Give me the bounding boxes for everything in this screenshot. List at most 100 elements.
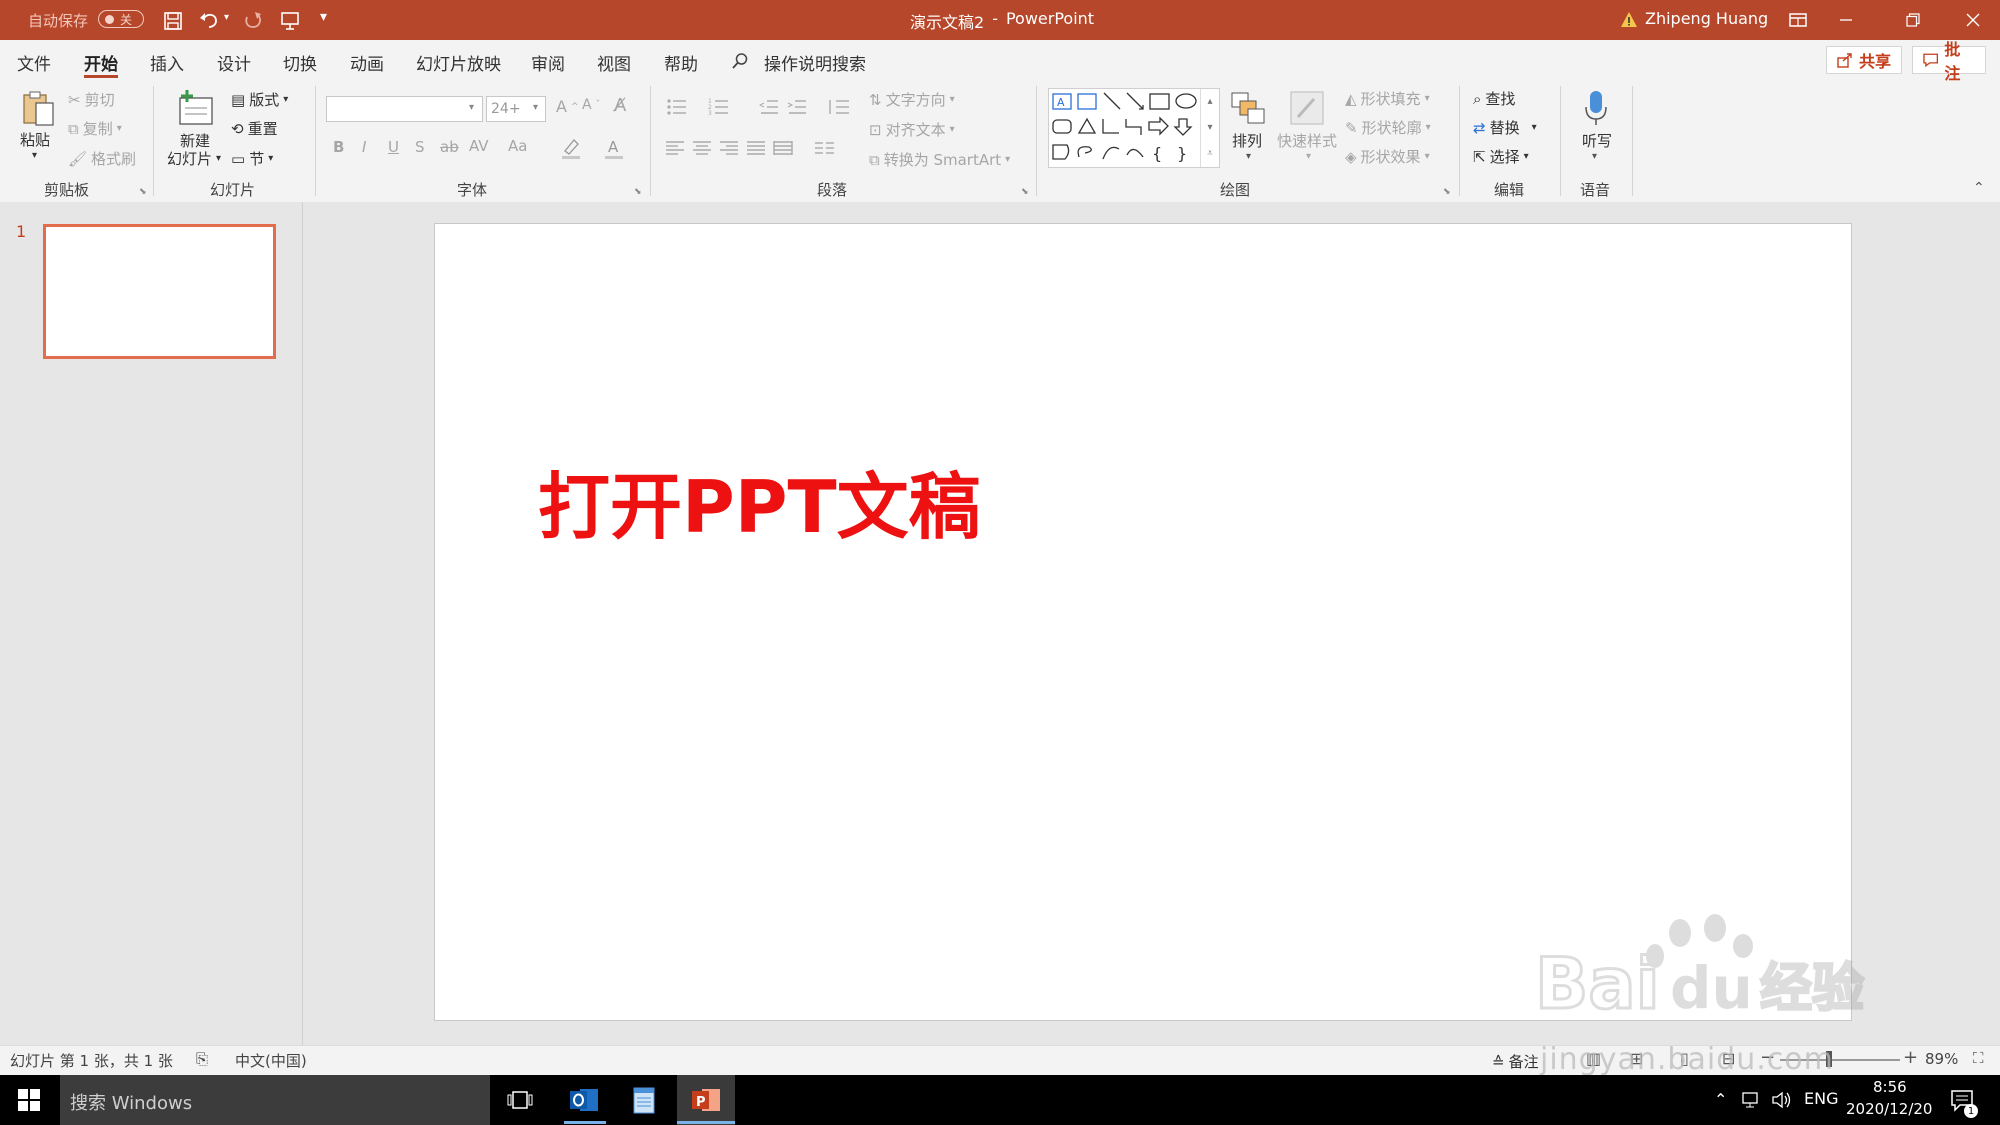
tab-transitions[interactable]: 切换 [283, 50, 317, 75]
quick-styles-dropdown-icon[interactable]: ▾ [1306, 151, 1311, 162]
columns-icon[interactable] [812, 138, 840, 158]
tab-review[interactable]: 审阅 [531, 50, 565, 75]
align-left-icon[interactable] [664, 138, 686, 158]
shapes-gallery[interactable]: A { } ▴ ▾ ⩡ [1048, 88, 1220, 168]
tab-help[interactable]: 帮助 [664, 50, 698, 75]
char-spacing-button[interactable]: AV [469, 137, 489, 155]
network-icon[interactable] [1740, 1089, 1764, 1111]
task-view-icon[interactable] [505, 1088, 535, 1112]
paste-icon[interactable] [18, 88, 58, 128]
align-text-button[interactable]: ⊡ 对齐文本 ▾ [869, 119, 955, 140]
paste-dropdown-icon[interactable]: ▾ [32, 150, 37, 161]
tab-animations[interactable]: 动画 [350, 50, 384, 75]
slide-title-text[interactable]: 打开PPT文稿 [538, 448, 981, 553]
language-status[interactable]: 中文(中国) [235, 1050, 307, 1071]
align-right-icon[interactable] [718, 138, 740, 158]
font-name-dropdown-icon[interactable]: ▾ [469, 102, 474, 113]
volume-icon[interactable] [1770, 1089, 1794, 1111]
notes-button[interactable]: ≙ 备注 [1492, 1051, 1539, 1072]
font-size-dropdown-icon[interactable]: ▾ [533, 102, 538, 113]
distributed-icon[interactable] [772, 138, 794, 158]
decrease-indent-icon[interactable] [758, 96, 780, 118]
shape-fill-button[interactable]: ◭ 形状填充 ▾ [1345, 88, 1430, 109]
tab-design[interactable]: 设计 [217, 50, 251, 75]
accessibility-icon[interactable]: ⎘ [196, 1050, 208, 1068]
font-launcher-icon[interactable]: ⬊ [634, 187, 642, 197]
bold-button[interactable]: B [333, 138, 344, 156]
drawing-launcher-icon[interactable]: ⬊ [1443, 187, 1451, 197]
clipboard-launcher-icon[interactable]: ⬊ [139, 187, 147, 197]
convert-smartart-button[interactable]: ⧉ 转换为 SmartArt ▾ [869, 149, 1010, 170]
shape-outline-button[interactable]: ✎ 形状轮廓 ▾ [1345, 117, 1431, 138]
outlook-icon[interactable] [565, 1083, 603, 1117]
layout-button[interactable]: ▤ 版式 ▾ [231, 89, 288, 110]
customize-toolbar-icon[interactable]: ▾ [320, 9, 327, 25]
dictate-dropdown-icon[interactable]: ▾ [1592, 151, 1597, 162]
collapse-ribbon-icon[interactable]: ⌃ [1973, 180, 1985, 196]
zoom-level[interactable]: 89% [1925, 1050, 1958, 1068]
shape-effects-button[interactable]: ◈ 形状效果 ▾ [1345, 146, 1430, 167]
present-icon[interactable] [279, 10, 301, 32]
arrange-dropdown-icon[interactable]: ▾ [1246, 151, 1251, 162]
shrink-font-icon[interactable]: Aˇ [582, 97, 600, 113]
find-button[interactable]: ⌕ 查找 [1473, 88, 1515, 109]
numbering-icon[interactable]: 123 [706, 96, 732, 118]
undo-icon[interactable] [198, 9, 220, 31]
align-center-icon[interactable] [691, 138, 713, 158]
gallery-scroll[interactable]: ▴ ▾ ⩡ [1200, 89, 1219, 167]
cut-button[interactable]: ✂ 剪切 [68, 89, 115, 110]
autosave-toggle[interactable]: 关 [98, 10, 144, 28]
change-case-button[interactable]: Aa [508, 137, 527, 155]
new-slide-label-2[interactable]: 幻灯片 ▾ [167, 148, 221, 169]
user-name[interactable]: Zhipeng Huang [1645, 9, 1768, 28]
zoom-in-icon[interactable]: + [1903, 1047, 1918, 1068]
tab-home[interactable]: 开始 [84, 50, 118, 75]
line-spacing-icon[interactable] [826, 96, 852, 118]
fit-slide-icon[interactable]: ⛶ [1973, 1049, 1984, 1067]
bullets-icon[interactable] [664, 96, 690, 118]
paragraph-launcher-icon[interactable]: ⬊ [1021, 187, 1029, 197]
microphone-icon[interactable] [1578, 88, 1614, 128]
slide-canvas[interactable] [434, 223, 1852, 1021]
section-button[interactable]: ▭ 节 ▾ [231, 148, 273, 169]
copy-button[interactable]: ⧉ 复制 ▾ [68, 118, 122, 139]
font-name-field[interactable] [326, 96, 483, 122]
font-color-icon[interactable]: A [603, 136, 625, 160]
minimize-icon[interactable] [1836, 10, 1856, 30]
notepad-icon[interactable] [625, 1083, 663, 1117]
clock-date[interactable]: 2020/12/20 [1846, 1100, 1932, 1118]
tab-file[interactable]: 文件 [17, 50, 51, 75]
dictate-label[interactable]: 听写 [1582, 130, 1612, 151]
comments-button[interactable]: 批注 [1912, 40, 1986, 83]
slide-thumbnail[interactable] [43, 224, 276, 359]
replace-button[interactable]: ⇄ 替换 ▾ [1473, 117, 1537, 138]
select-button[interactable]: ⇱ 选择 ▾ [1473, 146, 1529, 167]
reset-button[interactable]: ⟲ 重置 [231, 118, 278, 139]
arrange-icon[interactable] [1228, 90, 1268, 128]
paste-label[interactable]: 粘贴 [20, 129, 50, 150]
redo-icon[interactable] [242, 9, 264, 31]
italic-button[interactable]: I [362, 138, 366, 156]
share-button[interactable]: 共享 [1826, 46, 1902, 74]
tab-slideshow[interactable]: 幻灯片放映 [416, 50, 501, 75]
format-painter-button[interactable]: 🖌 格式刷 [68, 148, 136, 169]
show-hidden-icons-icon[interactable]: ⌃ [1714, 1090, 1727, 1109]
highlight-icon[interactable] [560, 136, 582, 160]
text-direction-button[interactable]: ⇅ 文字方向 ▾ [869, 89, 955, 110]
increase-indent-icon[interactable] [786, 96, 808, 118]
quick-styles-icon[interactable] [1287, 88, 1327, 128]
close-icon[interactable] [1963, 10, 1983, 30]
tell-me-search[interactable]: 操作说明搜索 [764, 50, 866, 75]
restore-icon[interactable] [1903, 10, 1923, 30]
tab-view[interactable]: 视图 [597, 50, 631, 75]
input-language[interactable]: ENG [1804, 1089, 1838, 1108]
grow-font-icon[interactable]: A ^ [556, 97, 579, 116]
quick-styles-label[interactable]: 快速样式 [1277, 130, 1337, 151]
clear-formatting-icon[interactable]: A̸ [614, 95, 626, 116]
search-icon[interactable] [730, 51, 750, 71]
undo-dropdown-icon[interactable]: ▾ [224, 12, 229, 23]
justify-icon[interactable] [745, 138, 767, 158]
windows-start-icon[interactable] [12, 1087, 46, 1113]
strikethrough-button[interactable]: ab [440, 138, 459, 156]
powerpoint-icon[interactable]: P [687, 1083, 725, 1117]
